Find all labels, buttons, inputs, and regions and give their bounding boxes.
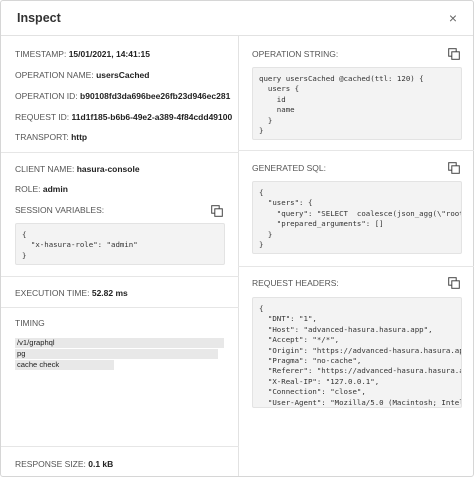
section-divider [238,150,474,151]
operation-id-value: b90108fd3da696bee26fb23d946ec281 [80,91,231,101]
transport-label: TRANSPORT: [15,132,69,142]
operation-id-row: OPERATION ID: b90108fd3da696bee26fb23d94… [15,91,230,101]
timing-bar-label: /v1/graphql [17,338,55,347]
section-divider [1,152,239,153]
transport-row: TRANSPORT: http [15,132,87,142]
section-divider [1,276,239,277]
response-size-row: RESPONSE SIZE: 0.1 kB [15,459,113,469]
request-headers-label: REQUEST HEADERS: [252,278,339,288]
operation-name-row: OPERATION NAME: usersCached [15,70,149,80]
execution-time-label: EXECUTION TIME: [15,288,90,298]
operation-name-value: usersCached [96,70,150,80]
section-divider [1,307,239,308]
timing-bar: cache check [15,360,114,370]
inspect-modal: Inspect × TIMESTAMP: 15/01/2021, 14:41:1… [0,0,474,477]
role-label: ROLE: [15,184,41,194]
timestamp-row: TIMESTAMP: 15/01/2021, 14:41:15 [15,49,150,59]
role-row: ROLE: admin [15,184,68,194]
response-size-value: 0.1 kB [88,459,114,469]
timestamp-value: 15/01/2021, 14:41:15 [68,49,150,59]
generated-sql-code: { "users": { "query": "SELECT coalesce(j… [252,181,462,254]
timing-bar-label: pg [17,349,26,358]
timestamp-label: TIMESTAMP: [15,49,67,59]
operation-string-label: OPERATION STRING: [252,49,339,59]
request-headers-code: { "DNT": "1", "Host": "advanced-hasura.h… [252,297,462,408]
session-variables-code: { "x-hasura-role": "admin" } [15,223,225,265]
client-name-row: CLIENT NAME: hasura-console [15,164,140,174]
section-divider [238,266,474,267]
column-divider [238,36,239,476]
section-divider [1,446,239,447]
operation-name-label: OPERATION NAME: [15,70,94,80]
generated-sql-label: GENERATED SQL: [252,163,326,173]
operation-id-label: OPERATION ID: [15,91,78,101]
timing-label: TIMING [15,318,45,328]
timing-bar: pg [15,349,218,359]
operation-string-code: query usersCached @cached(ttl: 120) { us… [252,67,462,140]
close-icon[interactable]: × [449,10,457,26]
modal-header: Inspect × [1,1,473,36]
copy-icon[interactable] [211,205,223,217]
response-size-label: RESPONSE SIZE: [15,459,86,469]
request-id-label: REQUEST ID: [15,112,70,122]
transport-value: http [71,132,88,142]
request-id-row: REQUEST ID: 11d1f185-b6b6-49e2-a389-4f84… [15,112,232,122]
modal-title: Inspect [17,11,61,25]
client-name-value: hasura-console [76,164,140,174]
copy-icon[interactable] [448,277,460,289]
timing-bar-label: cache check [17,360,60,369]
copy-icon[interactable] [448,48,460,60]
execution-time-value: 52.82 ms [91,288,128,298]
role-value: admin [42,184,68,194]
execution-time-row: EXECUTION TIME: 52.82 ms [15,288,128,298]
session-variables-label: SESSION VARIABLES: [15,205,105,215]
request-id-value: 11d1f185-b6b6-49e2-a389-4f84cdd49100 [71,112,233,122]
client-name-label: CLIENT NAME: [15,164,75,174]
copy-icon[interactable] [448,162,460,174]
timing-bar: /v1/graphql [15,338,224,348]
